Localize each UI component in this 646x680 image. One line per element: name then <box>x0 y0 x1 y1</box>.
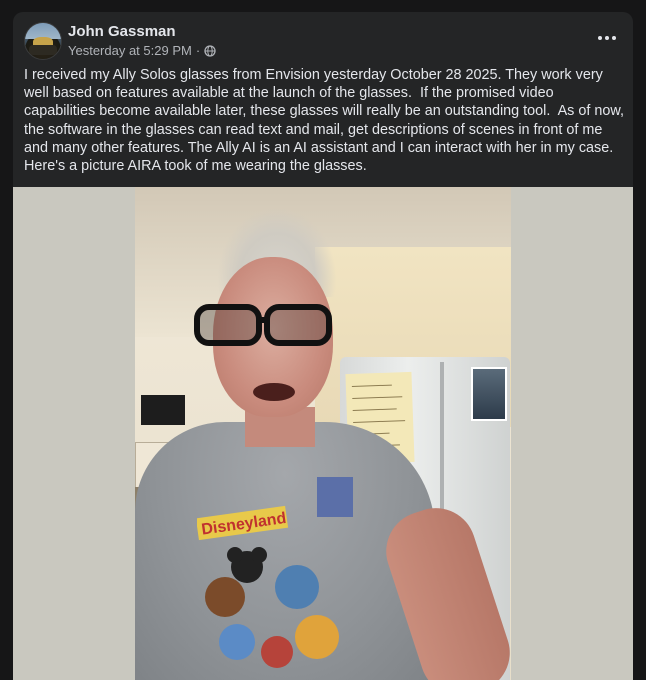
post-meta: Yesterday at 5:29 PM · <box>68 43 216 58</box>
timestamp[interactable]: Yesterday at 5:29 PM <box>68 43 192 58</box>
globe-icon[interactable] <box>204 44 216 57</box>
author-name[interactable]: John Gassman <box>68 23 176 40</box>
post-card: John Gassman Yesterday at 5:29 PM · I re… <box>13 12 633 680</box>
post-header: John Gassman Yesterday at 5:29 PM · <box>13 12 633 72</box>
meta-separator: · <box>195 43 201 58</box>
avatar[interactable] <box>24 22 62 60</box>
post-photo[interactable]: Disneyland <box>13 187 633 680</box>
more-options-icon[interactable] <box>595 28 619 48</box>
post-text: I received my Ally Solos glasses from En… <box>24 67 624 175</box>
photo-image: Disneyland <box>135 187 511 680</box>
